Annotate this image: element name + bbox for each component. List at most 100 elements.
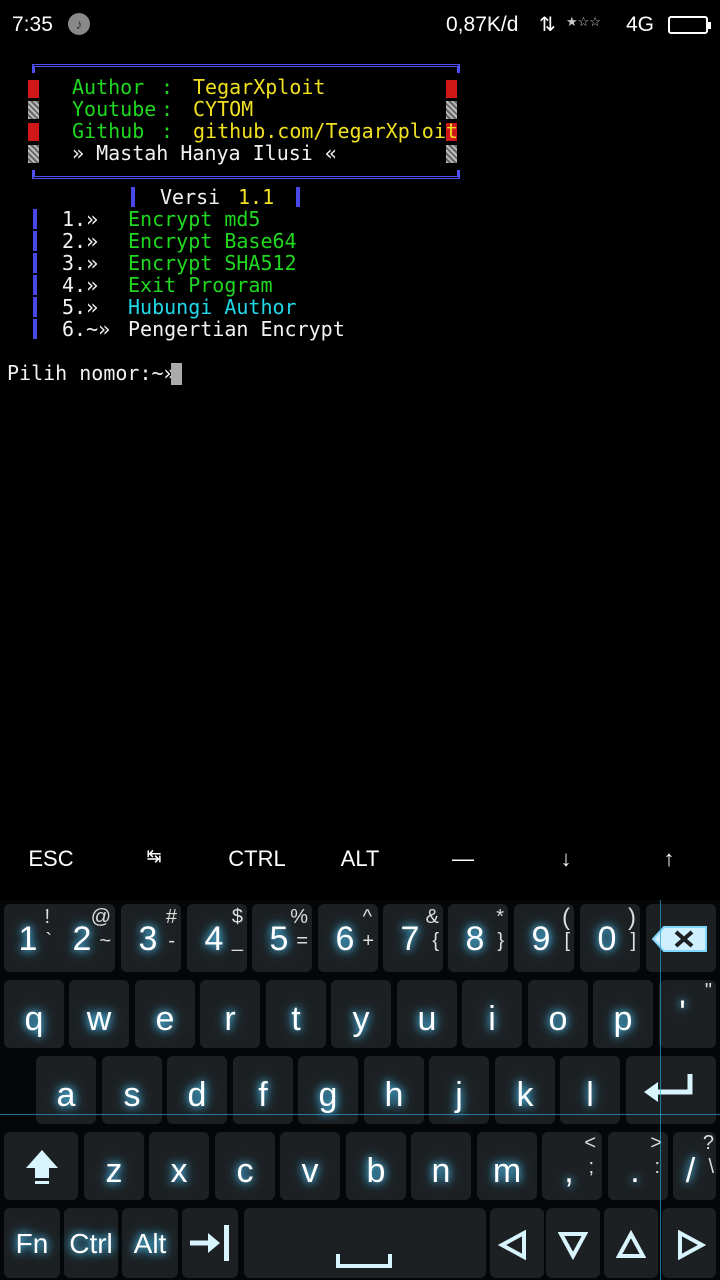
arrow-right-icon — [678, 1230, 706, 1260]
menu-number: 5.» — [62, 295, 99, 319]
banner-border-top — [32, 64, 460, 73]
dash-key[interactable]: — — [412, 846, 514, 882]
author-label: Author — [72, 75, 145, 99]
key-i[interactable]: i — [462, 980, 522, 1048]
banner-block — [446, 80, 457, 98]
banner-motto: » Mastah Hanya Ilusi « — [72, 141, 337, 165]
author-value: TegarXploit — [193, 75, 326, 99]
menu-item: Encrypt md5 — [128, 207, 261, 231]
keyboard-guide-line — [0, 1114, 720, 1115]
fn-key[interactable]: Fn — [4, 1208, 60, 1278]
network-type: 4G — [626, 13, 655, 36]
shift-key[interactable] — [4, 1132, 78, 1200]
arrow-right-key[interactable] — [662, 1208, 716, 1278]
key-u[interactable]: u — [397, 980, 457, 1048]
input-prompt: Pilih nomor:~» — [7, 361, 176, 385]
github-sep: : — [161, 119, 174, 143]
key-o[interactable]: o — [528, 980, 588, 1048]
version-bar — [131, 187, 135, 207]
arrow-down-icon — [558, 1232, 588, 1260]
youtube-value: CYTOM — [193, 97, 254, 121]
signal-icon: ★☆☆ — [566, 14, 601, 29]
key-slash[interactable]: ? / \ — [673, 1132, 716, 1200]
youtube-sep: : — [161, 97, 174, 121]
menu-item: Encrypt SHA512 — [128, 251, 297, 275]
github-value: github.com/TegarXploit — [193, 119, 458, 143]
key-m[interactable]: m — [477, 1132, 537, 1200]
backspace-key[interactable] — [646, 904, 716, 972]
key-5[interactable]: % 5 = — [252, 904, 312, 972]
menu-item: Exit Program — [128, 273, 273, 297]
key-y[interactable]: y — [331, 980, 391, 1048]
banner-border-bottom — [32, 170, 460, 179]
key-x[interactable]: x — [149, 1132, 209, 1200]
key-comma[interactable]: < , ; — [542, 1132, 602, 1200]
banner-block — [28, 101, 39, 119]
enter-icon — [644, 1074, 693, 1102]
arrow-down-key-kb[interactable] — [546, 1208, 600, 1278]
soft-keyboard: ! 1 ` @ 2 ~ # 3 - $ 4 _ % 5 = ^ 6 + & 7 … — [0, 900, 720, 1280]
key-t[interactable]: t — [266, 980, 326, 1048]
arrow-left-key[interactable] — [490, 1208, 544, 1278]
menu-number: 2.» — [62, 229, 99, 253]
version-label: Versi — [160, 185, 221, 209]
tab-icon — [190, 1225, 229, 1261]
battery-icon — [668, 16, 711, 34]
github-label: Github — [72, 119, 145, 143]
key-w[interactable]: w — [69, 980, 129, 1048]
banner-block — [28, 80, 39, 98]
author-sep: : — [161, 75, 174, 99]
menu-number: 4.» — [62, 273, 99, 297]
key-r[interactable]: r — [200, 980, 260, 1048]
notification-icon: ♪ — [68, 13, 90, 35]
menu-bar — [33, 275, 37, 295]
menu-bar — [33, 319, 37, 339]
tab-key-kb[interactable] — [182, 1208, 238, 1278]
keyboard-guide-line — [660, 900, 661, 1280]
menu-bar — [33, 231, 37, 251]
alt-key[interactable]: ALT — [309, 846, 411, 882]
terminal-cursor[interactable] — [171, 363, 182, 385]
key-q[interactable]: q — [4, 980, 64, 1048]
key-b[interactable]: b — [346, 1132, 406, 1200]
banner-block — [28, 123, 39, 141]
key-p[interactable]: p — [593, 980, 653, 1048]
tab-key[interactable]: ↹ — [103, 846, 205, 882]
version-bar — [296, 187, 300, 207]
menu-bar — [33, 209, 37, 229]
key-4[interactable]: $ 4 _ — [187, 904, 247, 972]
space-icon — [336, 1254, 392, 1268]
key-quote[interactable]: " ' — [659, 980, 716, 1048]
key-period[interactable]: > . : — [608, 1132, 668, 1200]
key-0[interactable]: ) 0 ] — [580, 904, 640, 972]
space-key[interactable] — [244, 1208, 486, 1278]
menu-item: Hubungi Author — [128, 295, 297, 319]
key-v[interactable]: v — [280, 1132, 340, 1200]
alt-key-kb[interactable]: Alt — [122, 1208, 178, 1278]
menu-number: 6.~» — [62, 317, 111, 341]
arrow-up-key-kb[interactable] — [604, 1208, 658, 1278]
menu-number: 1.» — [62, 207, 99, 231]
arrow-down-key[interactable]: ↓ — [515, 846, 617, 882]
key-9[interactable]: ( 9 [ — [514, 904, 574, 972]
esc-key[interactable]: ESC — [0, 846, 102, 882]
key-c[interactable]: c — [215, 1132, 275, 1200]
key-7[interactable]: & 7 { — [383, 904, 443, 972]
ctrl-key[interactable]: CTRL — [206, 846, 308, 882]
status-bar: 7:35 ♪ 0,87K/d ⇅ ★☆☆ 4G — [0, 0, 720, 52]
data-transfer-icon: ⇅ — [539, 14, 556, 36]
key-e[interactable]: e — [135, 980, 195, 1048]
ctrl-key-kb[interactable]: Ctrl — [64, 1208, 118, 1278]
youtube-label: Youtube — [72, 97, 157, 121]
key-2[interactable]: @ 2 ~ — [55, 904, 115, 972]
menu-item: Pengertian Encrypt — [128, 317, 345, 341]
arrow-up-icon — [616, 1230, 646, 1258]
key-8[interactable]: * 8 } — [448, 904, 508, 972]
menu-number: 3.» — [62, 251, 99, 275]
menu-bar — [33, 253, 37, 273]
key-z[interactable]: z — [84, 1132, 144, 1200]
key-3[interactable]: # 3 - — [121, 904, 181, 972]
key-n[interactable]: n — [411, 1132, 471, 1200]
key-6[interactable]: ^ 6 + — [318, 904, 378, 972]
arrow-up-key[interactable]: ↑ — [618, 846, 720, 882]
